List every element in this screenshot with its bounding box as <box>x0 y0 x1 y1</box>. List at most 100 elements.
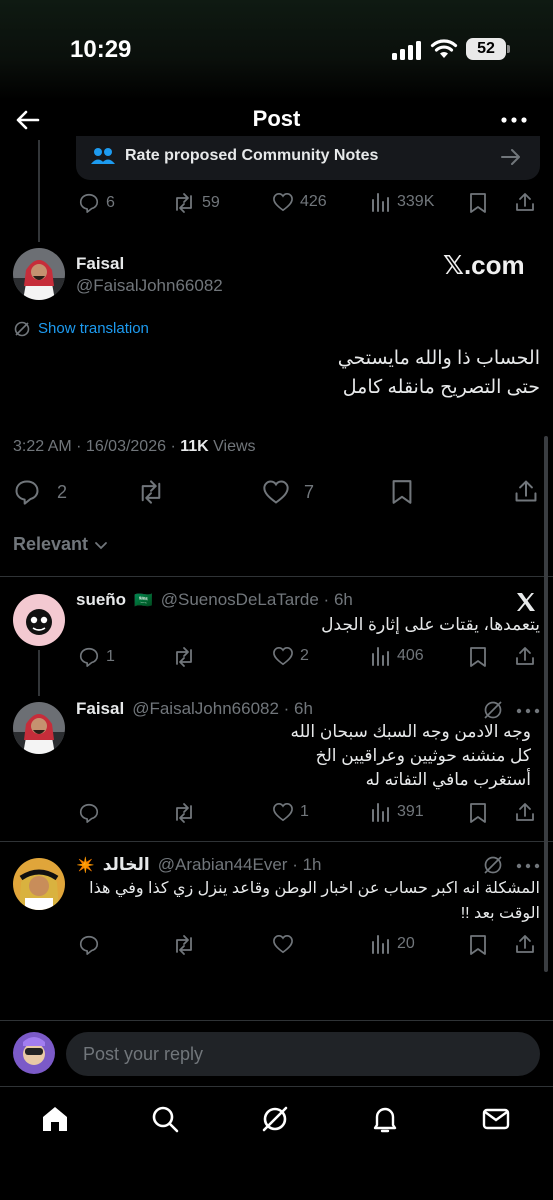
like-count: 426 <box>300 193 327 210</box>
reply-author[interactable]: ✴️ الخالد @Arabian44Ever · 1h <box>76 855 321 875</box>
reply-button[interactable]: 6 <box>78 192 115 214</box>
home-icon <box>43 1107 67 1131</box>
like-count: 1 <box>300 803 309 820</box>
tweet-time: 3:22 AM · 16/03/2026 · <box>13 438 181 455</box>
bookmark-button[interactable] <box>390 478 414 506</box>
reply-author[interactable]: Faisal @FaisalJohn66082 · 6h <box>76 699 313 719</box>
bookmark-button[interactable] <box>468 802 488 824</box>
share-icon <box>516 193 534 211</box>
more-options-button[interactable] <box>500 110 528 130</box>
share-icon <box>516 647 534 665</box>
more-icon <box>501 117 527 123</box>
repost-button[interactable] <box>172 646 196 668</box>
reply-text-line-1: المشكلة انه اكبر حساب عن اخبار الوطن وقا… <box>89 880 540 897</box>
repost-button[interactable] <box>172 934 196 956</box>
author-name: الخالد <box>102 855 150 874</box>
more-icon[interactable] <box>516 708 540 714</box>
heart-icon <box>273 192 293 212</box>
share-icon <box>515 480 537 502</box>
bookmark-button[interactable] <box>468 646 488 668</box>
like-button[interactable] <box>272 934 294 954</box>
share-button[interactable] <box>514 801 536 823</box>
like-count: 7 <box>304 481 315 502</box>
bookmark-icon <box>470 803 486 823</box>
my-avatar[interactable] <box>13 1032 55 1074</box>
share-icon <box>516 803 534 821</box>
home-tab[interactable] <box>40 1104 70 1134</box>
repost-icon <box>176 647 192 667</box>
repost-button[interactable]: 59 <box>172 192 220 214</box>
reply-button[interactable]: 1 <box>78 646 115 668</box>
grok-icon[interactable] <box>482 699 504 721</box>
reply-input[interactable]: Post your reply <box>66 1032 540 1076</box>
avatar[interactable] <box>13 594 65 646</box>
like-button[interactable]: 7 <box>262 479 314 505</box>
grok-icon[interactable] <box>482 854 504 876</box>
avatar[interactable] <box>13 858 65 910</box>
watermark: 𝕏.com <box>443 250 525 280</box>
repost-count: 59 <box>202 194 220 211</box>
share-button[interactable] <box>514 933 536 955</box>
views-count: 20 <box>397 935 415 952</box>
heart-icon <box>273 646 293 666</box>
bookmark-button[interactable] <box>468 934 488 956</box>
battery-indicator: 52 <box>466 38 506 60</box>
author-handle: @SuenosDeLaTarde · 6h <box>160 590 353 609</box>
signal-icon <box>392 40 422 60</box>
repost-button[interactable] <box>172 802 196 824</box>
thread-line <box>38 140 40 242</box>
view-count[interactable]: 11K <box>180 438 208 455</box>
more-icon[interactable] <box>516 863 540 869</box>
bookmark-icon <box>470 935 486 955</box>
reply-count: 6 <box>106 194 115 211</box>
share-button[interactable] <box>514 191 536 213</box>
views-button[interactable]: 20 <box>371 934 415 954</box>
reply-count: 2 <box>57 481 68 502</box>
bell-icon <box>373 1107 397 1133</box>
sort-label: Relevant <box>13 534 89 554</box>
avatar[interactable] <box>13 702 65 754</box>
views-button[interactable]: 406 <box>371 646 424 666</box>
share-icon <box>516 935 534 953</box>
reply-text-line-3: أستغرب مافي التفاته له <box>365 770 531 789</box>
bookmark-button[interactable] <box>468 192 488 214</box>
reply-button[interactable]: 2 <box>13 478 67 506</box>
scrollbar[interactable] <box>544 436 548 972</box>
tweet-text-line-2: حتى التصريح مانقله كامل <box>342 377 540 398</box>
heart-icon <box>273 934 293 954</box>
view-label: Views <box>208 438 256 455</box>
grok-icon <box>262 1106 288 1132</box>
like-button[interactable]: 1 <box>272 802 309 822</box>
grok-tab[interactable] <box>260 1104 290 1134</box>
reply-button[interactable] <box>78 934 100 956</box>
reply-icon <box>79 803 99 823</box>
divider <box>0 841 553 842</box>
x-logo-icon <box>514 590 538 614</box>
like-button[interactable]: 426 <box>272 192 327 212</box>
reply-author[interactable]: sueño 🇸🇦 @SuenosDeLaTarde · 6h <box>76 590 353 610</box>
show-translation-link[interactable]: Show translation <box>38 320 149 337</box>
share-button[interactable] <box>514 645 536 667</box>
author-name[interactable]: Faisal <box>76 254 124 274</box>
heart-icon <box>263 480 289 504</box>
views-button[interactable]: 391 <box>371 802 424 822</box>
flag-emoji: 🇸🇦 <box>134 592 153 609</box>
avatar[interactable] <box>13 248 65 300</box>
reply-icon <box>79 193 99 213</box>
mail-icon <box>482 1108 510 1130</box>
author-handle: @FaisalJohn66082 · 6h <box>132 699 313 718</box>
views-count: 339K <box>397 193 435 210</box>
messages-tab[interactable] <box>481 1104 511 1134</box>
views-button[interactable]: 339K <box>371 192 434 212</box>
like-button[interactable]: 2 <box>272 646 309 666</box>
search-tab[interactable] <box>150 1104 180 1134</box>
notifications-tab[interactable] <box>370 1104 400 1134</box>
wifi-icon <box>430 38 458 60</box>
author-handle[interactable]: @FaisalJohn66082 <box>76 276 223 296</box>
chevron-down-icon <box>95 541 107 549</box>
sort-dropdown[interactable]: Relevant <box>13 534 110 555</box>
reply-button[interactable] <box>78 802 100 824</box>
community-notes-label: Rate proposed Community Notes <box>125 147 379 164</box>
share-button[interactable] <box>513 478 539 504</box>
repost-button[interactable] <box>136 479 166 505</box>
